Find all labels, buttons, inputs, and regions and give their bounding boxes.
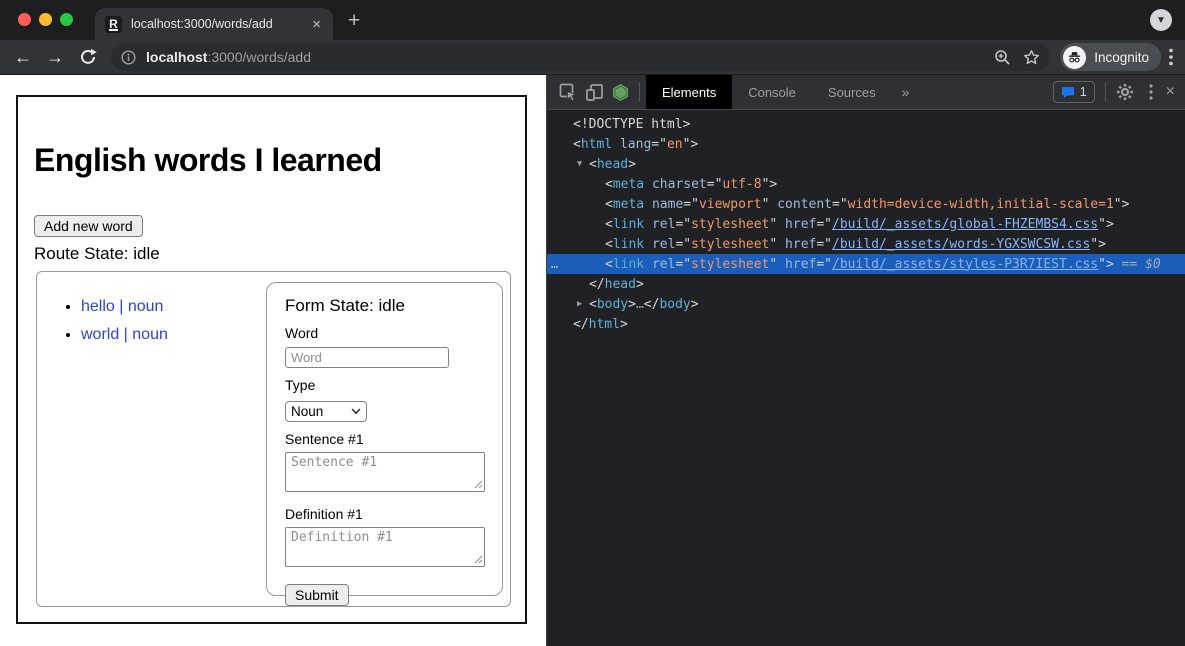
- word-input[interactable]: [285, 347, 449, 368]
- browser-toolbar: ← → localhost:3000/words/add Incognito: [0, 40, 1185, 75]
- devtools-panel: Elements Console Sources » 1 × <!DOCTYPE…: [546, 75, 1185, 646]
- code-line[interactable]: ▶<body>…</body>: [547, 294, 1185, 314]
- type-select[interactable]: Noun: [285, 401, 367, 422]
- page-border-box: English words I learned Add new word Rou…: [16, 95, 527, 624]
- settings-gear-icon[interactable]: [1112, 79, 1138, 105]
- devtools-code: <!DOCTYPE html><html lang="en">▼<head><m…: [547, 110, 1185, 334]
- incognito-icon: [1063, 46, 1086, 69]
- code-line[interactable]: <link rel="stylesheet" href="/build/_ass…: [547, 234, 1185, 254]
- tab-strip: R localhost:3000/words/add × + ▼: [0, 0, 1185, 40]
- select-chevron-down-icon: [351, 408, 361, 415]
- site-info-icon[interactable]: [121, 50, 136, 65]
- browser-tab[interactable]: R localhost:3000/words/add ×: [95, 8, 333, 40]
- issue-bubble-icon: [1061, 86, 1075, 99]
- definition-label: Definition #1: [285, 506, 502, 522]
- more-actions-icon[interactable]: …: [547, 257, 561, 271]
- new-tab-button[interactable]: +: [348, 9, 360, 33]
- close-window-button[interactable]: [18, 13, 31, 26]
- zoom-icon[interactable]: [994, 49, 1011, 66]
- url-text: localhost:3000/words/add: [146, 49, 982, 65]
- incognito-label: Incognito: [1094, 50, 1149, 65]
- sentence-label: Sentence #1: [285, 431, 502, 447]
- address-bar[interactable]: localhost:3000/words/add: [111, 43, 1050, 71]
- page-title: English words I learned: [34, 143, 509, 178]
- route-state-text: Route State: idle: [34, 244, 509, 264]
- device-toolbar-icon[interactable]: [581, 79, 607, 105]
- divider: [639, 83, 640, 101]
- tab-title: localhost:3000/words/add: [131, 17, 310, 31]
- word-label: Word: [285, 325, 502, 341]
- add-word-form: Form State: idle Word Type Noun Sentence…: [266, 282, 503, 596]
- browser-menu-icon[interactable]: [1169, 48, 1173, 66]
- code-line[interactable]: <meta name="viewport" content="width=dev…: [547, 194, 1185, 214]
- type-select-value: Noun: [291, 404, 323, 419]
- code-line[interactable]: <meta charset="utf-8">: [547, 174, 1185, 194]
- browser-window: R localhost:3000/words/add × + ▼ ← → loc…: [0, 0, 1185, 646]
- tab-elements[interactable]: Elements: [646, 75, 732, 109]
- devtools-menu-icon[interactable]: [1138, 79, 1164, 105]
- issues-count: 1: [1080, 85, 1087, 99]
- type-label: Type: [285, 377, 502, 393]
- tab-console[interactable]: Console: [732, 75, 812, 109]
- form-state-text: Form State: idle: [285, 296, 502, 316]
- word-link-hello[interactable]: hello | noun: [81, 298, 163, 315]
- reload-button[interactable]: [79, 48, 97, 66]
- definition-textarea[interactable]: [285, 527, 485, 567]
- code-line[interactable]: …<link rel="stylesheet" href="/build/_as…: [547, 254, 1185, 274]
- window-chevron-down-icon[interactable]: ▼: [1150, 9, 1172, 31]
- submit-button[interactable]: Submit: [285, 584, 349, 606]
- url-path: :3000/words/add: [207, 49, 311, 65]
- code-line[interactable]: <link rel="stylesheet" href="/build/_ass…: [547, 214, 1185, 234]
- word-link-world[interactable]: world | noun: [81, 326, 168, 343]
- words-panel: hello | noun world | noun Form State: id…: [36, 271, 511, 607]
- issues-badge[interactable]: 1: [1053, 81, 1095, 103]
- bookmark-star-icon[interactable]: [1023, 49, 1040, 66]
- code-line[interactable]: ▼<head>: [547, 154, 1185, 174]
- forward-button[interactable]: →: [46, 48, 64, 66]
- expand-down-icon[interactable]: ▼: [577, 159, 589, 169]
- web-page: English words I learned Add new word Rou…: [0, 75, 546, 646]
- incognito-badge: Incognito: [1060, 43, 1161, 71]
- remix-favicon-icon: R: [105, 16, 122, 33]
- devtools-close-icon[interactable]: ×: [1166, 83, 1175, 101]
- minimize-window-button[interactable]: [39, 13, 52, 26]
- code-line[interactable]: </head>: [547, 274, 1185, 294]
- code-line[interactable]: </html>: [547, 314, 1185, 334]
- tab-sources[interactable]: Sources: [812, 75, 892, 109]
- code-line[interactable]: <html lang="en">: [547, 134, 1185, 154]
- tab-close-icon[interactable]: ×: [310, 17, 323, 32]
- inspect-element-icon[interactable]: [555, 79, 581, 105]
- add-new-word-button[interactable]: Add new word: [34, 215, 143, 237]
- url-host: localhost: [146, 49, 207, 65]
- maximize-window-button[interactable]: [60, 13, 73, 26]
- more-tabs-icon[interactable]: »: [892, 84, 920, 100]
- devtools-toolbar: Elements Console Sources » 1 ×: [547, 75, 1185, 110]
- divider: [1105, 83, 1106, 101]
- nodejs-devtools-icon[interactable]: [607, 79, 633, 105]
- code-line[interactable]: <!DOCTYPE html>: [547, 114, 1185, 134]
- expand-right-icon[interactable]: ▶: [577, 299, 589, 309]
- sentence-textarea[interactable]: [285, 452, 485, 492]
- back-button[interactable]: ←: [14, 48, 32, 66]
